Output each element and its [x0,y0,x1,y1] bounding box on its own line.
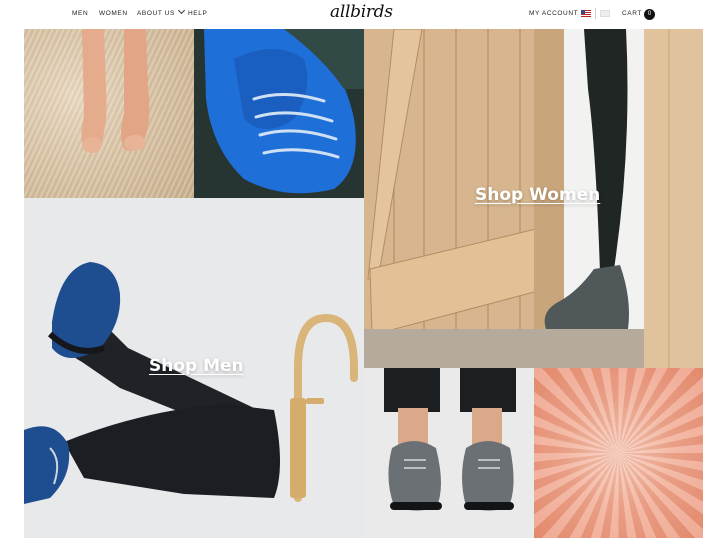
bare-feet-illustration [81,29,150,153]
cart-link[interactable]: CART [622,10,642,17]
nav-about-us-link[interactable]: ABOUT US [137,6,185,17]
shop-men-link[interactable]: Shop Men [149,356,244,376]
my-account-link[interactable]: MY ACCOUNT [529,10,578,17]
grey-shoes-image [364,368,534,538]
nav-women-link[interactable]: WOMEN [99,10,128,17]
grey-shoes-illustration [364,368,534,538]
nav-men-link[interactable]: MEN [72,10,88,17]
shop-men-tile[interactable]: Shop Men [24,198,364,538]
allbirds-logo[interactable]: allbirds [330,2,393,22]
cart-count-badge[interactable]: 0 [644,9,655,20]
top-navigation-bar: MEN WOMEN ABOUT US HELP allbirds MY ACCO… [0,0,727,29]
pink-fur-texture [534,368,703,538]
nav-help-link[interactable]: HELP [188,10,207,17]
us-flag-icon[interactable] [581,10,591,17]
fur-rug-feet-image [24,29,194,198]
chevron-down-icon [177,6,185,15]
canada-flag-icon[interactable] [600,10,610,17]
blue-shoe-illustration [194,29,364,198]
blue-shoe-image [194,29,364,198]
nav-about-us-label: ABOUT US [137,10,175,17]
shop-women-tile[interactable]: Shop Women [364,29,703,368]
shop-women-link[interactable]: Shop Women [475,185,600,205]
flag-divider [595,8,596,19]
pink-fur-image [534,368,703,538]
